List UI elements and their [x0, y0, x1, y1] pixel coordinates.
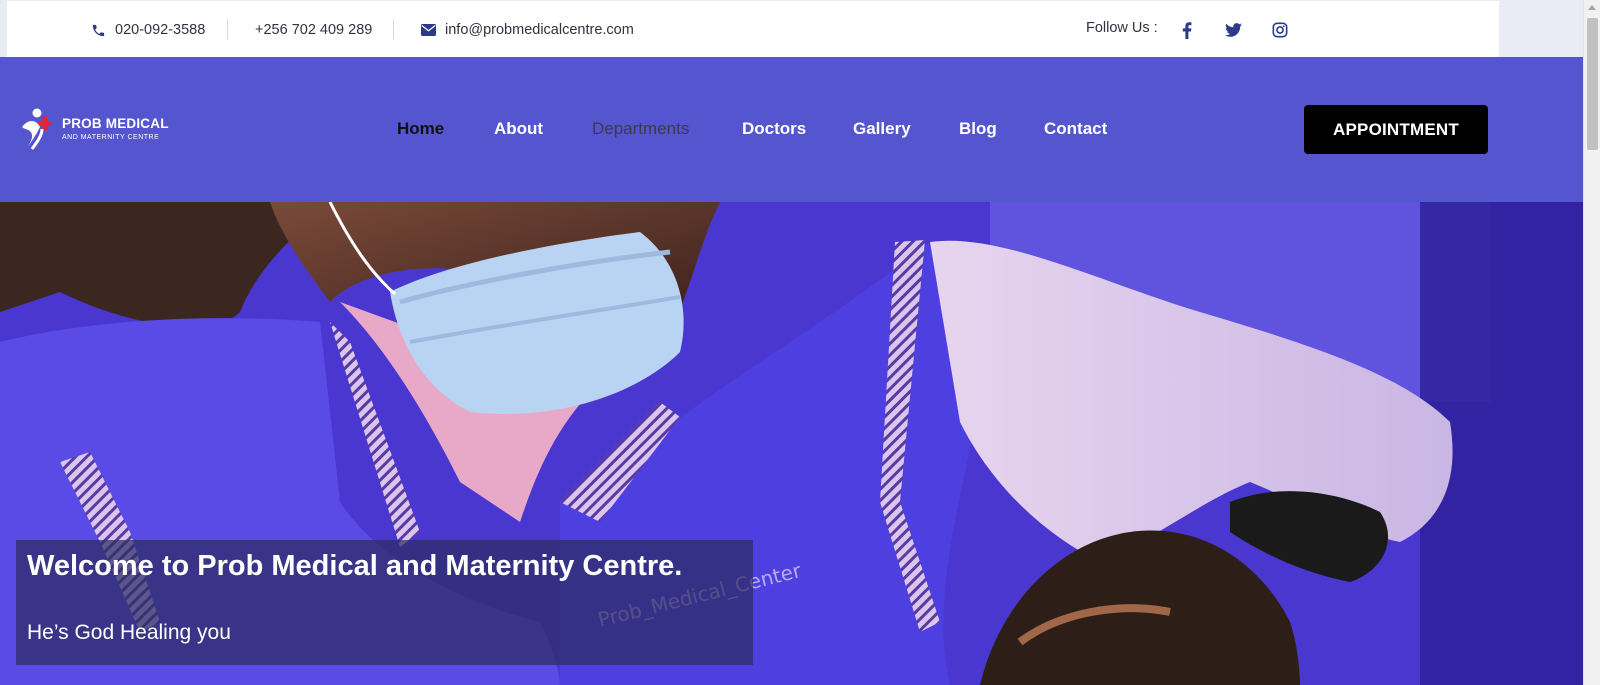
- logo-title: PROB MEDICAL: [62, 116, 169, 132]
- twitter-icon[interactable]: [1222, 19, 1244, 41]
- follow-us-label: Follow Us :: [1086, 20, 1158, 36]
- top-info-bar: 020-092-3588 +256 702 409 289 info@probm…: [7, 0, 1499, 57]
- phone-number-2: +256 702 409 289: [255, 22, 373, 38]
- scroll-up-arrow-icon[interactable]: [1588, 5, 1596, 10]
- nav-doctors[interactable]: Doctors: [742, 119, 806, 143]
- nav-blog[interactable]: Blog: [959, 119, 997, 143]
- envelope-icon: [421, 24, 436, 36]
- page-background: [1499, 0, 1583, 57]
- divider: [393, 19, 394, 39]
- appointment-button[interactable]: APPOINTMENT: [1304, 105, 1488, 154]
- vertical-scrollbar[interactable]: [1583, 0, 1600, 685]
- logo-subtitle: AND MATERNITY CENTRE: [62, 133, 160, 141]
- phone-icon: [92, 24, 105, 36]
- nav-home[interactable]: Home: [397, 119, 444, 143]
- medical-logo-icon: [22, 108, 52, 150]
- scrollbar-thumb[interactable]: [1587, 18, 1598, 150]
- logo-text: PROB MEDICAL AND MATERNITY CENTRE: [62, 117, 169, 141]
- email-address: info@probmedicalcentre.com: [445, 22, 634, 38]
- nav-departments[interactable]: Departments: [592, 119, 689, 143]
- hero-caption: Welcome to Prob Medical and Maternity Ce…: [16, 540, 753, 665]
- phone-number-1: 020-092-3588: [115, 22, 206, 38]
- nav-about[interactable]: About: [494, 119, 543, 143]
- main-header: PROB MEDICAL AND MATERNITY CENTRE Home A…: [0, 57, 1583, 202]
- hero-title: Welcome to Prob Medical and Maternity Ce…: [27, 550, 683, 582]
- phone-contact-2[interactable]: +256 702 409 289: [255, 20, 372, 40]
- phone-contact-1[interactable]: 020-092-3588: [91, 20, 205, 40]
- divider: [227, 19, 228, 39]
- hero-banner: Prob_Medical_Center Welcome to Prob Medi…: [0, 202, 1583, 685]
- site-logo[interactable]: PROB MEDICAL AND MATERNITY CENTRE: [18, 107, 169, 151]
- nav-gallery[interactable]: Gallery: [853, 119, 911, 143]
- nav-contact[interactable]: Contact: [1044, 119, 1107, 143]
- email-contact[interactable]: info@probmedicalcentre.com: [421, 20, 634, 40]
- instagram-icon[interactable]: [1269, 19, 1291, 41]
- hero-subtitle: He’s God Healing you: [27, 621, 231, 644]
- facebook-icon[interactable]: [1176, 19, 1198, 41]
